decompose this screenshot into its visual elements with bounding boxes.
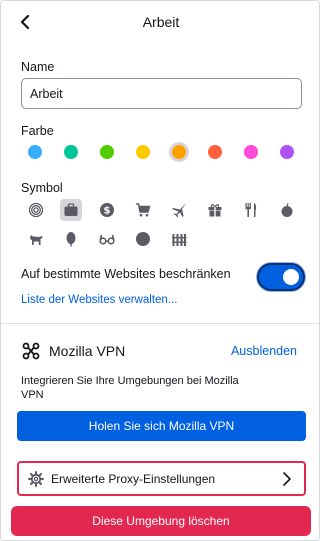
symbol-label: Symbol (21, 181, 63, 195)
plane-icon[interactable] (168, 199, 190, 221)
color-label: Farbe (21, 124, 54, 138)
mozilla-vpn-logo-icon (22, 342, 40, 360)
name-label: Name (21, 60, 55, 74)
color-swatch-blue[interactable] (25, 142, 45, 162)
divider (1, 323, 319, 324)
tree-icon[interactable] (60, 228, 82, 250)
advanced-proxy-settings-button[interactable]: Erweiterte Proxy-Einstellungen (17, 461, 306, 496)
page-title: Arbeit (142, 14, 180, 30)
cart-icon[interactable] (132, 199, 154, 221)
gear-icon (27, 470, 45, 488)
get-vpn-button[interactable]: Holen Sie sich Mozilla VPN (17, 411, 306, 441)
briefcase-icon[interactable] (60, 199, 82, 221)
vpn-header: Mozilla VPN Ausblenden (21, 341, 301, 361)
back-button[interactable] (13, 9, 37, 35)
vpn-title: Mozilla VPN (49, 343, 126, 359)
pet-icon[interactable] (25, 228, 47, 250)
glasses-icon[interactable] (96, 228, 118, 250)
toggle-knob (283, 269, 299, 285)
color-swatch-green[interactable] (97, 142, 117, 162)
color-swatch-red[interactable] (205, 142, 225, 162)
app-frame: Arbeit Name Farbe Symbol $ (0, 0, 320, 541)
fence-icon[interactable] (168, 228, 190, 250)
header: Arbeit (1, 1, 319, 43)
delete-container-button[interactable]: Diese Umgebung löschen (11, 506, 311, 536)
color-swatch-yellow[interactable] (133, 142, 153, 162)
chevron-right-icon (283, 472, 291, 486)
fingerprint-icon[interactable] (25, 199, 47, 221)
restrict-websites-toggle[interactable] (257, 263, 305, 291)
manage-websites-link[interactable]: Liste der Websites verwalten... (21, 294, 177, 306)
name-input[interactable] (21, 78, 302, 109)
vpn-hide-button[interactable]: Ausblenden (231, 344, 297, 358)
food-icon[interactable] (240, 199, 262, 221)
dollar-icon[interactable]: $ (96, 199, 118, 221)
chevron-left-icon (20, 15, 30, 29)
color-swatch-pink[interactable] (241, 142, 261, 162)
advanced-proxy-settings-label: Erweiterte Proxy-Einstellungen (51, 471, 216, 486)
color-swatch-turquoise[interactable] (61, 142, 81, 162)
circle-icon[interactable] (132, 228, 154, 250)
color-swatch-purple[interactable] (277, 142, 297, 162)
restrict-websites-label: Auf bestimmte Websites beschränken (21, 267, 231, 281)
fruit-icon[interactable] (276, 199, 298, 221)
color-swatch-orange[interactable] (169, 142, 189, 162)
color-picker (21, 142, 311, 162)
svg-text:$: $ (104, 206, 111, 217)
gift-icon[interactable] (204, 199, 226, 221)
vpn-description: Integrieren Sie Ihre Umgebungen bei Mozi… (21, 375, 239, 401)
